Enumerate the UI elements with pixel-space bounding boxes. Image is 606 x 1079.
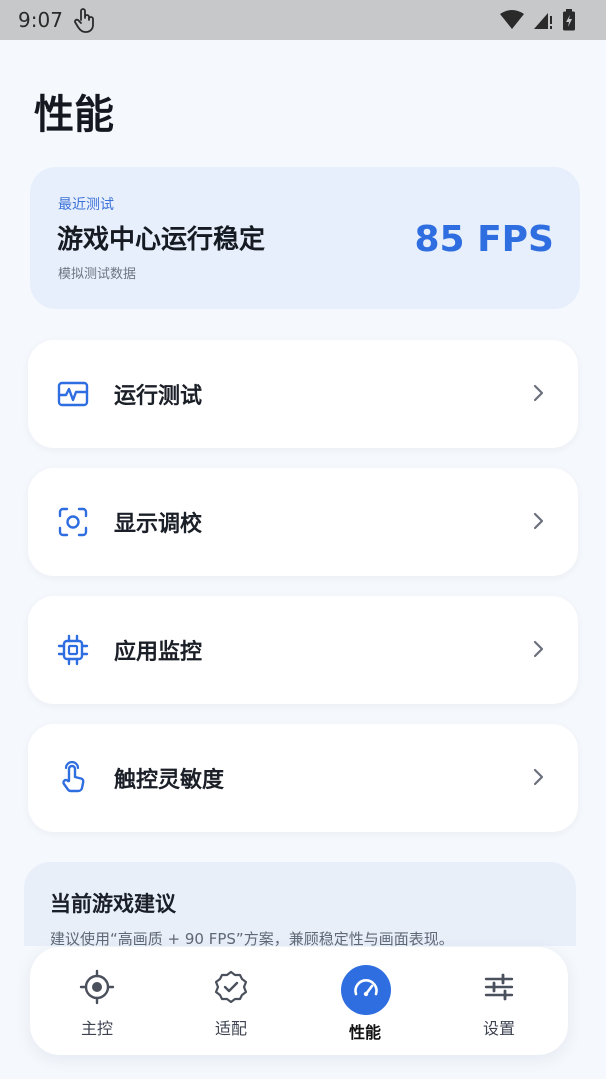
status-time: 9:07: [18, 8, 63, 32]
waveform-icon: [57, 381, 89, 407]
tab-label: 适配: [214, 1019, 247, 1038]
page-title: 性能: [34, 92, 114, 138]
touch-icon: [74, 8, 94, 33]
wifi-icon: [500, 10, 524, 29]
speedometer-icon: [354, 979, 378, 997]
game-advice-body: 建议使用“高画质 + 90 FPS”方案，兼顾稳定性与画面表现。: [50, 930, 454, 946]
tab-label: 设置: [482, 1019, 515, 1038]
menu-item-display-calibration[interactable]: 显示调校: [28, 468, 578, 576]
chevron-right-icon: [533, 640, 544, 658]
badge-check-icon: [214, 970, 248, 1004]
sliders-icon: [484, 973, 514, 1001]
tap-hand-icon: [62, 761, 85, 793]
chevron-right-icon: [533, 512, 544, 530]
scan-icon: [58, 507, 88, 537]
menu-item-label: 触控灵敏度: [114, 768, 225, 793]
menu-item-touch-sensitivity[interactable]: 触控灵敏度: [28, 724, 578, 832]
menu-item-label: 应用监控: [114, 640, 203, 665]
tab-label: 主控: [80, 1019, 113, 1038]
menu-item-app-monitor[interactable]: 应用监控: [28, 596, 578, 704]
tab-performance[interactable]: 性能: [310, 947, 420, 1055]
battery-charging-icon: [563, 9, 575, 31]
chevron-right-icon: [533, 384, 544, 402]
menu-item-label: 显示调校: [114, 512, 203, 537]
chevron-right-icon: [533, 768, 544, 786]
chip-icon: [57, 634, 89, 666]
game-advice-card: 当前游戏建议 建议使用“高画质 + 90 FPS”方案，兼顾稳定性与画面表现。: [24, 862, 576, 946]
status-bar: 9:07: [0, 0, 606, 40]
tab-main-control[interactable]: 主控: [42, 947, 152, 1055]
recent-test-card: 最近测试 游戏中心运行稳定 模拟测试数据 85 FPS: [30, 167, 580, 309]
menu-item-label: 运行测试: [114, 384, 203, 409]
menu-item-run-test[interactable]: 运行测试: [28, 340, 578, 448]
tab-adaptation[interactable]: 适配: [176, 947, 286, 1055]
recent-test-subtitle: 模拟测试数据: [58, 267, 137, 282]
cellular-icon: [534, 13, 552, 29]
tab-settings[interactable]: 设置: [444, 947, 554, 1055]
bottom-tab-bar: 主控 适配 性能 设置: [30, 947, 568, 1055]
tab-label: 性能: [348, 1023, 381, 1042]
recent-test-headline: 游戏中心运行稳定: [57, 225, 266, 255]
game-advice-title: 当前游戏建议: [50, 892, 176, 916]
target-icon: [79, 969, 115, 1005]
recent-test-kicker: 最近测试: [58, 197, 114, 213]
active-tab-indicator: [341, 965, 391, 1015]
fps-value: 85 FPS: [414, 219, 554, 260]
